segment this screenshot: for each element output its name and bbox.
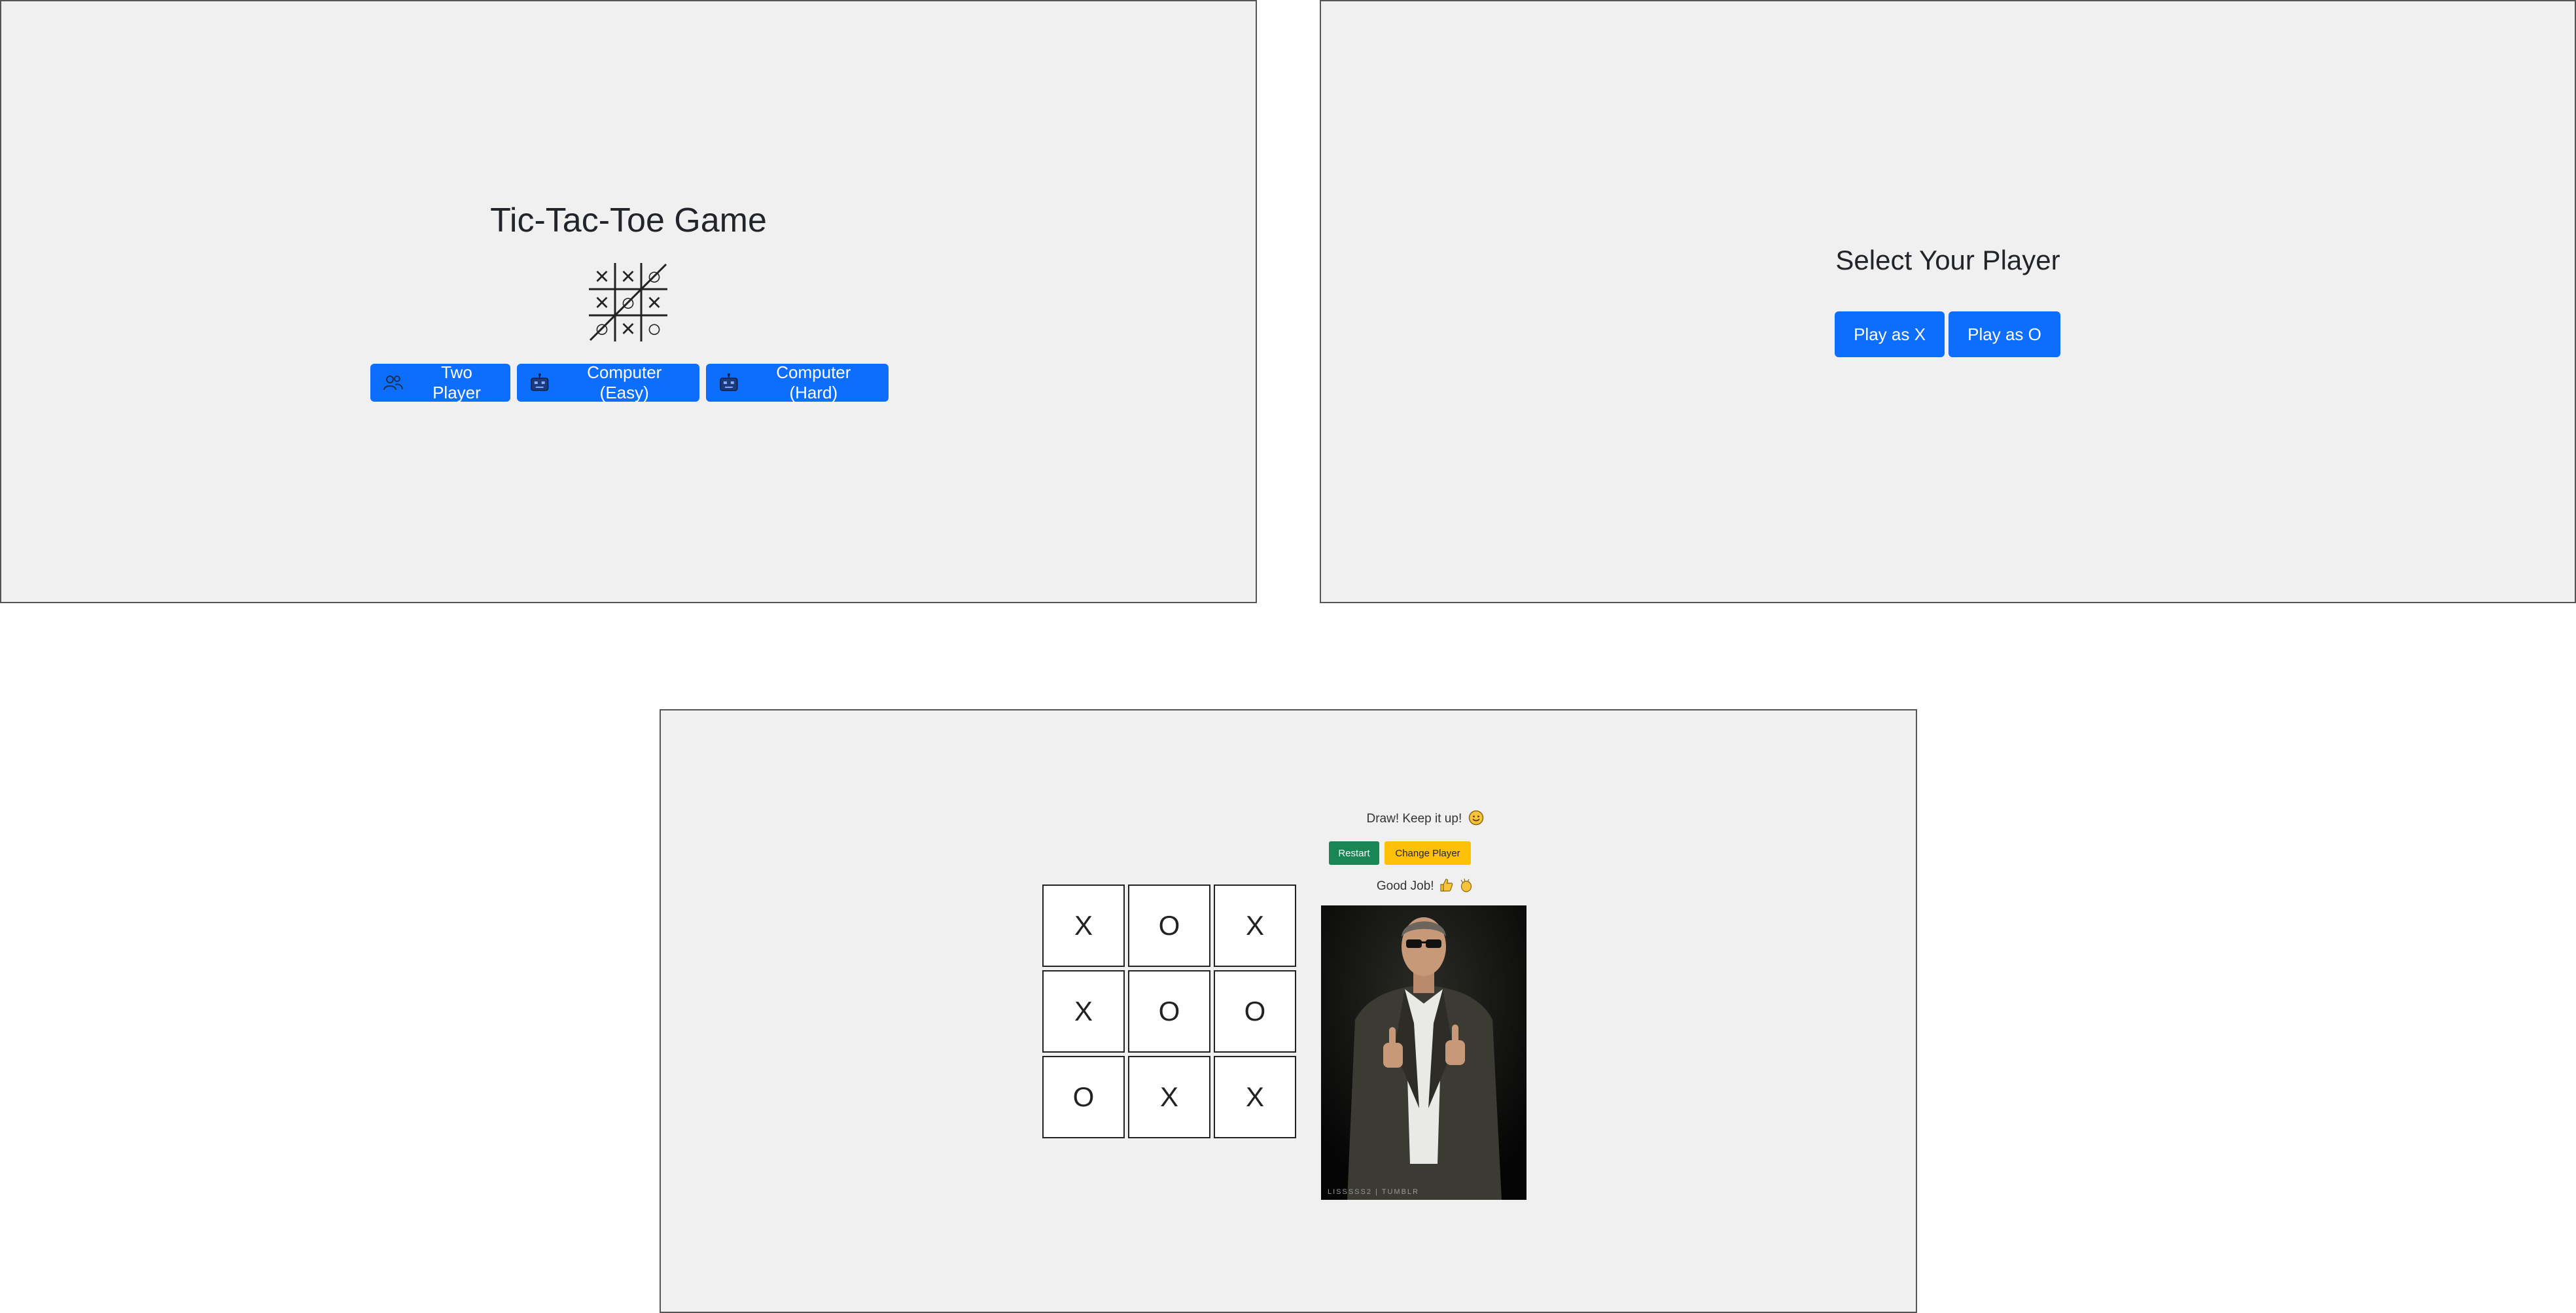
board-cell[interactable]: O (1128, 970, 1210, 1053)
clapping-hands-icon (1460, 878, 1472, 892)
computer-easy-label: Computer (Easy) (587, 362, 662, 402)
thumbs-up-man-image (1321, 905, 1526, 1200)
computer-hard-button[interactable]: Computer (Hard) (706, 362, 889, 402)
celebration-image: LISSSSS2 | TUMBLR (1321, 905, 1526, 1200)
computer-hard-label: Computer (Hard) (776, 362, 851, 402)
logo-mark: ○ (647, 315, 662, 343)
play-as-x-button[interactable]: Play as X (1835, 311, 1945, 357)
board-cell[interactable]: X (1128, 1056, 1210, 1138)
game-title: Tic-Tac-Toe Game (490, 201, 767, 239)
smiling-face-icon (1468, 810, 1483, 826)
logo-mark: × (621, 263, 635, 290)
board-cell[interactable]: X (1214, 1056, 1296, 1138)
game-status: Draw! Keep it up! (1320, 810, 1530, 826)
logo-mark: × (595, 289, 609, 317)
logo-mark: × (621, 315, 635, 343)
image-watermark: LISSSSS2 | TUMBLR (1328, 1188, 1419, 1196)
board-cell[interactable]: O (1214, 970, 1296, 1053)
logo-mark: × (647, 289, 662, 317)
praise-message: Good Job! (1320, 877, 1530, 894)
game-screen: X O X X O O O X X Draw! Keep it up! Rest… (660, 709, 1917, 1313)
change-player-button[interactable]: Change Player (1385, 841, 1471, 865)
two-player-label: Two Player (432, 362, 481, 402)
users-icon (383, 376, 403, 391)
select-player-screen: Select Your Player Play as X Play as O (1320, 0, 2576, 603)
tic-tac-toe-logo-icon: × × ○ × ○ × ○ × ○ (589, 263, 667, 343)
menu-screen: Tic-Tac-Toe Game × × ○ × ○ × ○ × ○ (0, 0, 1257, 603)
board-cell[interactable]: O (1128, 884, 1210, 967)
restart-button[interactable]: Restart (1329, 841, 1379, 865)
praise-text: Good Job! (1376, 879, 1434, 893)
status-text: Draw! Keep it up! (1366, 812, 1462, 826)
board-cell[interactable]: X (1214, 884, 1296, 967)
select-player-title: Select Your Player (1835, 245, 2060, 275)
thumbs-up-icon (1440, 879, 1453, 892)
board-cell[interactable]: X (1042, 884, 1125, 967)
two-player-button[interactable]: Two Player (370, 362, 510, 402)
play-as-o-button[interactable]: Play as O (1949, 311, 2060, 357)
board-cell[interactable]: X (1042, 970, 1125, 1053)
robot-icon (531, 373, 549, 391)
logo-mark: × (595, 263, 609, 290)
robot-icon (720, 373, 738, 391)
board-cell[interactable]: O (1042, 1056, 1125, 1138)
computer-easy-button[interactable]: Computer (Easy) (517, 362, 699, 402)
